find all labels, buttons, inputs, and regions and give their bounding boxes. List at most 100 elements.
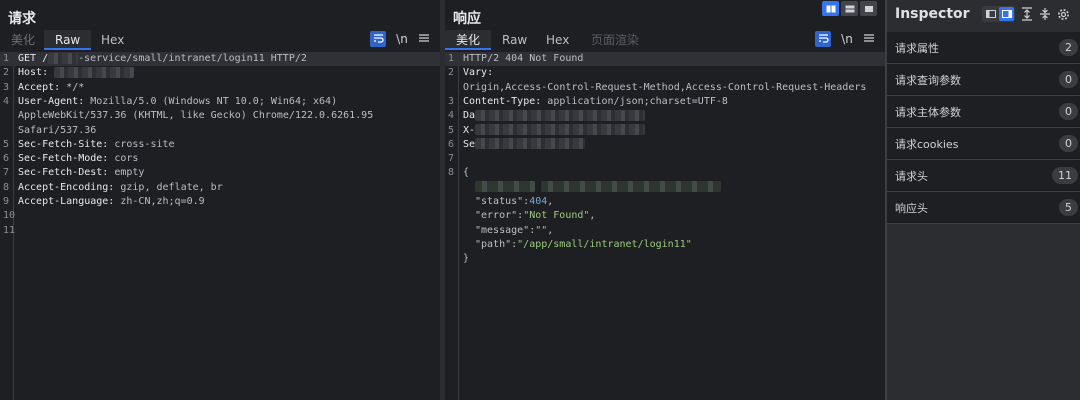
inspector-row-label: 请求主体参数 [895,106,961,119]
line-content: Accept-Encoding: gzip, deflate, br [18,181,436,195]
header-name: GET / [18,53,49,64]
line-content: Sec-Fetch-Site: cross-site [18,138,436,152]
wrap-lines-icon [818,34,829,43]
line-number: 5 [448,124,455,136]
request-line: 11 [0,224,440,238]
inspector-row-label: 请求属性 [895,42,939,55]
response-tab-pretty[interactable]: 美化 [445,30,492,50]
response-newline-toggle-button[interactable]: \n [838,31,856,47]
header-value: Mozilla/5.0 (Windows NT 10.0; Win64; x64… [90,95,338,107]
header-value: Origin,Access-Control-Request-Method,Acc… [463,81,867,93]
header-value: zh-CN,zh;q=0.9 [120,196,205,207]
response-line: 6 Se [445,138,885,152]
inspector-row[interactable]: 请求头 11 [887,160,1080,192]
json-closing-line: } [445,252,885,266]
json-entry: "status":404, [475,195,881,209]
line-number: 9 [3,196,10,207]
header-value: gzip, deflate, br [120,181,223,193]
line-number: 4 [3,95,10,107]
header-value: empty [114,167,145,179]
inspector-row-count: 0 [1059,71,1078,88]
line-number: 10 [3,210,16,222]
response-line [445,181,885,195]
request-line: 1 GET / -service/small/intranet/login11 HT… [0,52,440,67]
redacted-region [475,109,646,121]
inspector-row-count: 0 [1059,135,1078,152]
inspector-tools [982,6,1070,22]
json-line: "status":404, [445,195,885,209]
redacted-region [475,181,535,193]
redacted-region [541,181,722,193]
panel-right-icon [1001,10,1012,18]
header-name: Vary: [463,67,500,79]
newline-toggle-button[interactable]: \n [393,31,411,47]
redacted-region [48,52,79,64]
request-menu-button[interactable] [416,31,432,47]
response-menu-button[interactable] [861,31,877,47]
request-line: AppleWebKit/537.36 (KHTML, like Gecko) C… [0,109,440,123]
inspector-list: 请求属性 2 请求查询参数 0 请求主体参数 0 请求cookies 0 请求头 11 响应头 5 [887,32,1080,224]
layout-tabs-button[interactable] [860,1,877,16]
wrap-lines-button[interactable] [370,31,386,47]
inspector-row[interactable]: 请求属性 2 [887,32,1080,64]
request-editor[interactable]: 1 GET / -service/small/intranet/login11 HT… [0,52,440,400]
response-tab-hex[interactable]: Hex [535,30,580,50]
gear-icon[interactable] [1057,8,1070,21]
rows-icon [845,5,854,12]
line-content: Accept-Language: zh-CN,zh;q=0.9 [18,195,436,209]
request-tab-raw[interactable]: Raw [44,30,92,50]
line-content: Accept: */* [18,81,436,95]
line-content: Host: [18,66,436,80]
response-editor[interactable]: 1 HTTP/2 404 Not Found 2 Vary: Origin,Acces… [445,52,885,400]
response-line: 4 Da [445,109,885,123]
request-title: 请求 [8,11,36,27]
line-content: GET / -service/small/intranet/login11 HTT… [18,52,436,66]
request-line: 3 Accept: */* [0,81,440,95]
header-value: cross-site [114,138,175,150]
json-closing-brace: } [463,253,470,265]
request-tab-hex[interactable]: Hex [90,30,135,50]
response-line: Origin,Access-Control-Request-Method,Acc… [445,81,885,95]
line-number: 3 [3,81,10,93]
response-tab-raw[interactable]: Raw [491,30,538,50]
json-key: "path" [475,238,512,250]
inspector-row-label: 响应头 [895,202,928,215]
header-value: application/json;charset=UTF-8 [547,95,728,107]
request-tab-pretty[interactable]: 美化 [0,30,46,50]
response-title: 响应 [453,11,481,27]
expand-all-icon[interactable] [1021,7,1033,21]
response-wrap-lines-button[interactable] [815,31,831,47]
hamburger-icon [864,34,874,42]
layout-stacked-button[interactable] [841,1,858,16]
redacted-region [54,66,135,78]
json-value: 404 [529,196,548,207]
inspector-layout-panel-button[interactable] [999,7,1014,21]
inspector-header: Inspector [887,0,1080,30]
redacted-region [475,124,646,135]
line-content: Da [463,109,881,123]
json-key: "error" [475,210,518,222]
line-content: Origin,Access-Control-Request-Method,Acc… [463,81,881,95]
layout-side-by-side-button[interactable] [822,1,839,16]
header-name: Accept-Encoding: [18,181,121,193]
line-number: 8 [3,181,10,193]
inspector-row[interactable]: 请求主体参数 0 [887,96,1080,128]
inspector-row-count: 2 [1059,39,1078,56]
request-line: 10 [0,209,440,223]
inspector-row[interactable]: 请求cookies 0 [887,128,1080,160]
json-comma: , [589,210,596,222]
line-content: Safari/537.36 [18,124,436,138]
inspector-layout-list-button[interactable] [983,7,998,21]
line-number: 4 [448,110,455,122]
header-name: Se [463,138,476,150]
wrap-lines-icon [373,34,384,43]
request-line: Safari/537.36 [0,124,440,138]
inspector-title: Inspector [895,6,970,22]
response-tab-render[interactable]: 页面渲染 [580,30,650,50]
inspector-row[interactable]: 请求查询参数 0 [887,64,1080,96]
collapse-all-icon[interactable] [1039,7,1051,21]
line-content: AppleWebKit/537.36 (KHTML, like Gecko) C… [18,109,436,123]
json-value: "" [535,224,548,236]
line-content: X- [463,124,881,138]
inspector-row[interactable]: 响应头 5 [887,192,1080,224]
